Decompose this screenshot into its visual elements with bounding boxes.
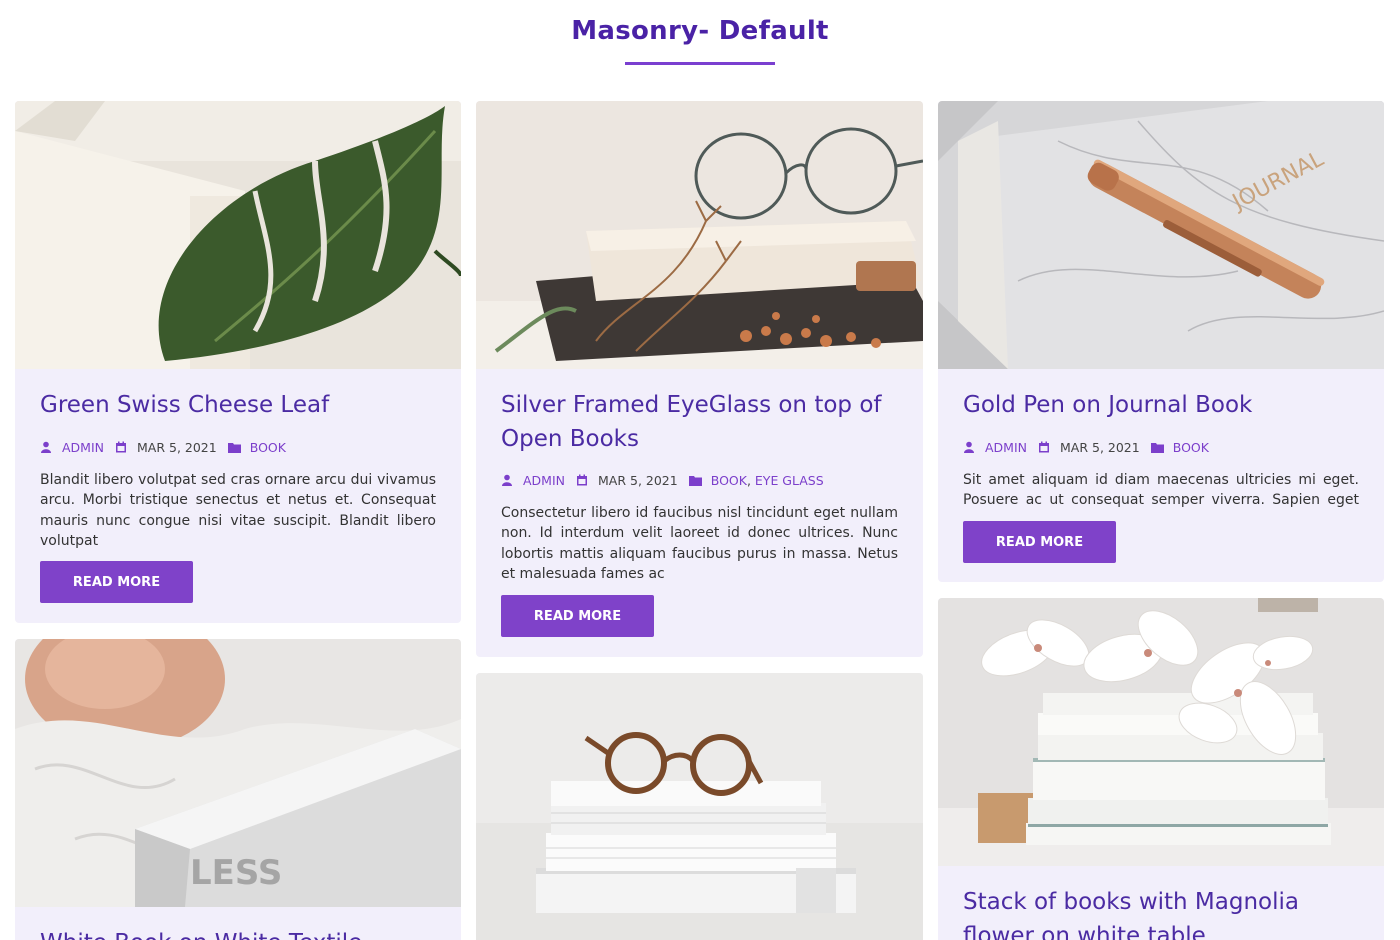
post-card: Silver Framed EyeGlass on top of Open Bo… — [476, 101, 923, 657]
post-title[interactable]: Silver Framed EyeGlass on top of Open Bo… — [501, 388, 898, 456]
read-more-button[interactable]: READ MORE — [501, 595, 654, 637]
post-card: JOURNAL Gold Pen on Journal Book ADMIN M… — [938, 101, 1384, 582]
post-category[interactable]: BOOK — [711, 473, 747, 488]
book-spine-text: LESS — [190, 853, 282, 893]
post-image[interactable] — [938, 598, 1384, 866]
post-author[interactable]: ADMIN — [985, 440, 1027, 455]
post-title[interactable]: Stack of books with Magnolia flower on w… — [963, 885, 1359, 940]
post-date: MAR 5, 2021 — [137, 439, 217, 455]
post-category[interactable]: EYE GLASS — [755, 473, 824, 488]
calendar-icon — [115, 441, 129, 453]
gold-pen-journal-image: JOURNAL — [938, 101, 1384, 369]
post-image[interactable] — [476, 673, 923, 940]
post-card — [476, 673, 923, 940]
post-card: Stack of books with Magnolia flower on w… — [938, 598, 1384, 940]
title-underline — [625, 62, 775, 65]
folder-icon — [227, 441, 242, 453]
post-title[interactable]: Green Swiss Cheese Leaf — [40, 388, 436, 422]
post-excerpt: Consectetur libero id faucibus nisl tinc… — [501, 505, 898, 583]
magnolia-books-image — [938, 598, 1384, 866]
post-date: MAR 5, 2021 — [1060, 439, 1140, 455]
calendar-icon — [576, 474, 590, 486]
read-more-button[interactable]: READ MORE — [963, 521, 1116, 563]
post-meta: ADMIN MAR 5, 2021 BOOK — [963, 437, 1364, 457]
post-date: MAR 5, 2021 — [598, 472, 678, 488]
post-category[interactable]: BOOK — [1173, 440, 1209, 455]
read-more-button[interactable]: READ MORE — [40, 561, 193, 603]
page-title: Masonry- Default — [571, 16, 829, 46]
post-title[interactable]: White Book on White Textile — [40, 926, 436, 940]
tortoise-glasses-books-image — [476, 673, 923, 940]
monstera-leaf-image — [15, 101, 461, 369]
post-category[interactable]: BOOK — [250, 440, 286, 455]
post-author[interactable]: ADMIN — [523, 473, 565, 488]
post-meta: ADMIN MAR 5, 2021 BOOK , EYE GLASS — [501, 470, 903, 490]
category-separator: , — [746, 472, 755, 488]
post-card: Green Swiss Cheese Leaf ADMIN MAR 5, 202… — [15, 101, 461, 623]
folder-icon — [688, 474, 703, 486]
calendar-icon — [1038, 441, 1052, 453]
eyeglasses-books-image — [476, 101, 923, 369]
post-image[interactable]: JOURNAL — [938, 101, 1384, 369]
user-icon — [40, 441, 54, 453]
white-book-textile-image: LESS — [15, 639, 461, 907]
user-icon — [963, 441, 977, 453]
post-author[interactable]: ADMIN — [62, 440, 104, 455]
folder-icon — [1150, 441, 1165, 453]
post-image[interactable]: LESS — [15, 639, 461, 907]
post-excerpt: Blandit libero volutpat sed cras ornare … — [40, 472, 436, 550]
post-title[interactable]: Gold Pen on Journal Book — [963, 388, 1359, 422]
post-card: LESS White Book on White Textile — [15, 639, 461, 940]
user-icon — [501, 474, 515, 486]
post-image[interactable] — [476, 101, 923, 369]
post-meta: ADMIN MAR 5, 2021 BOOK — [40, 437, 441, 457]
post-image[interactable] — [15, 101, 461, 369]
post-excerpt: Sit amet aliquam id diam maecenas ultric… — [963, 472, 1359, 509]
